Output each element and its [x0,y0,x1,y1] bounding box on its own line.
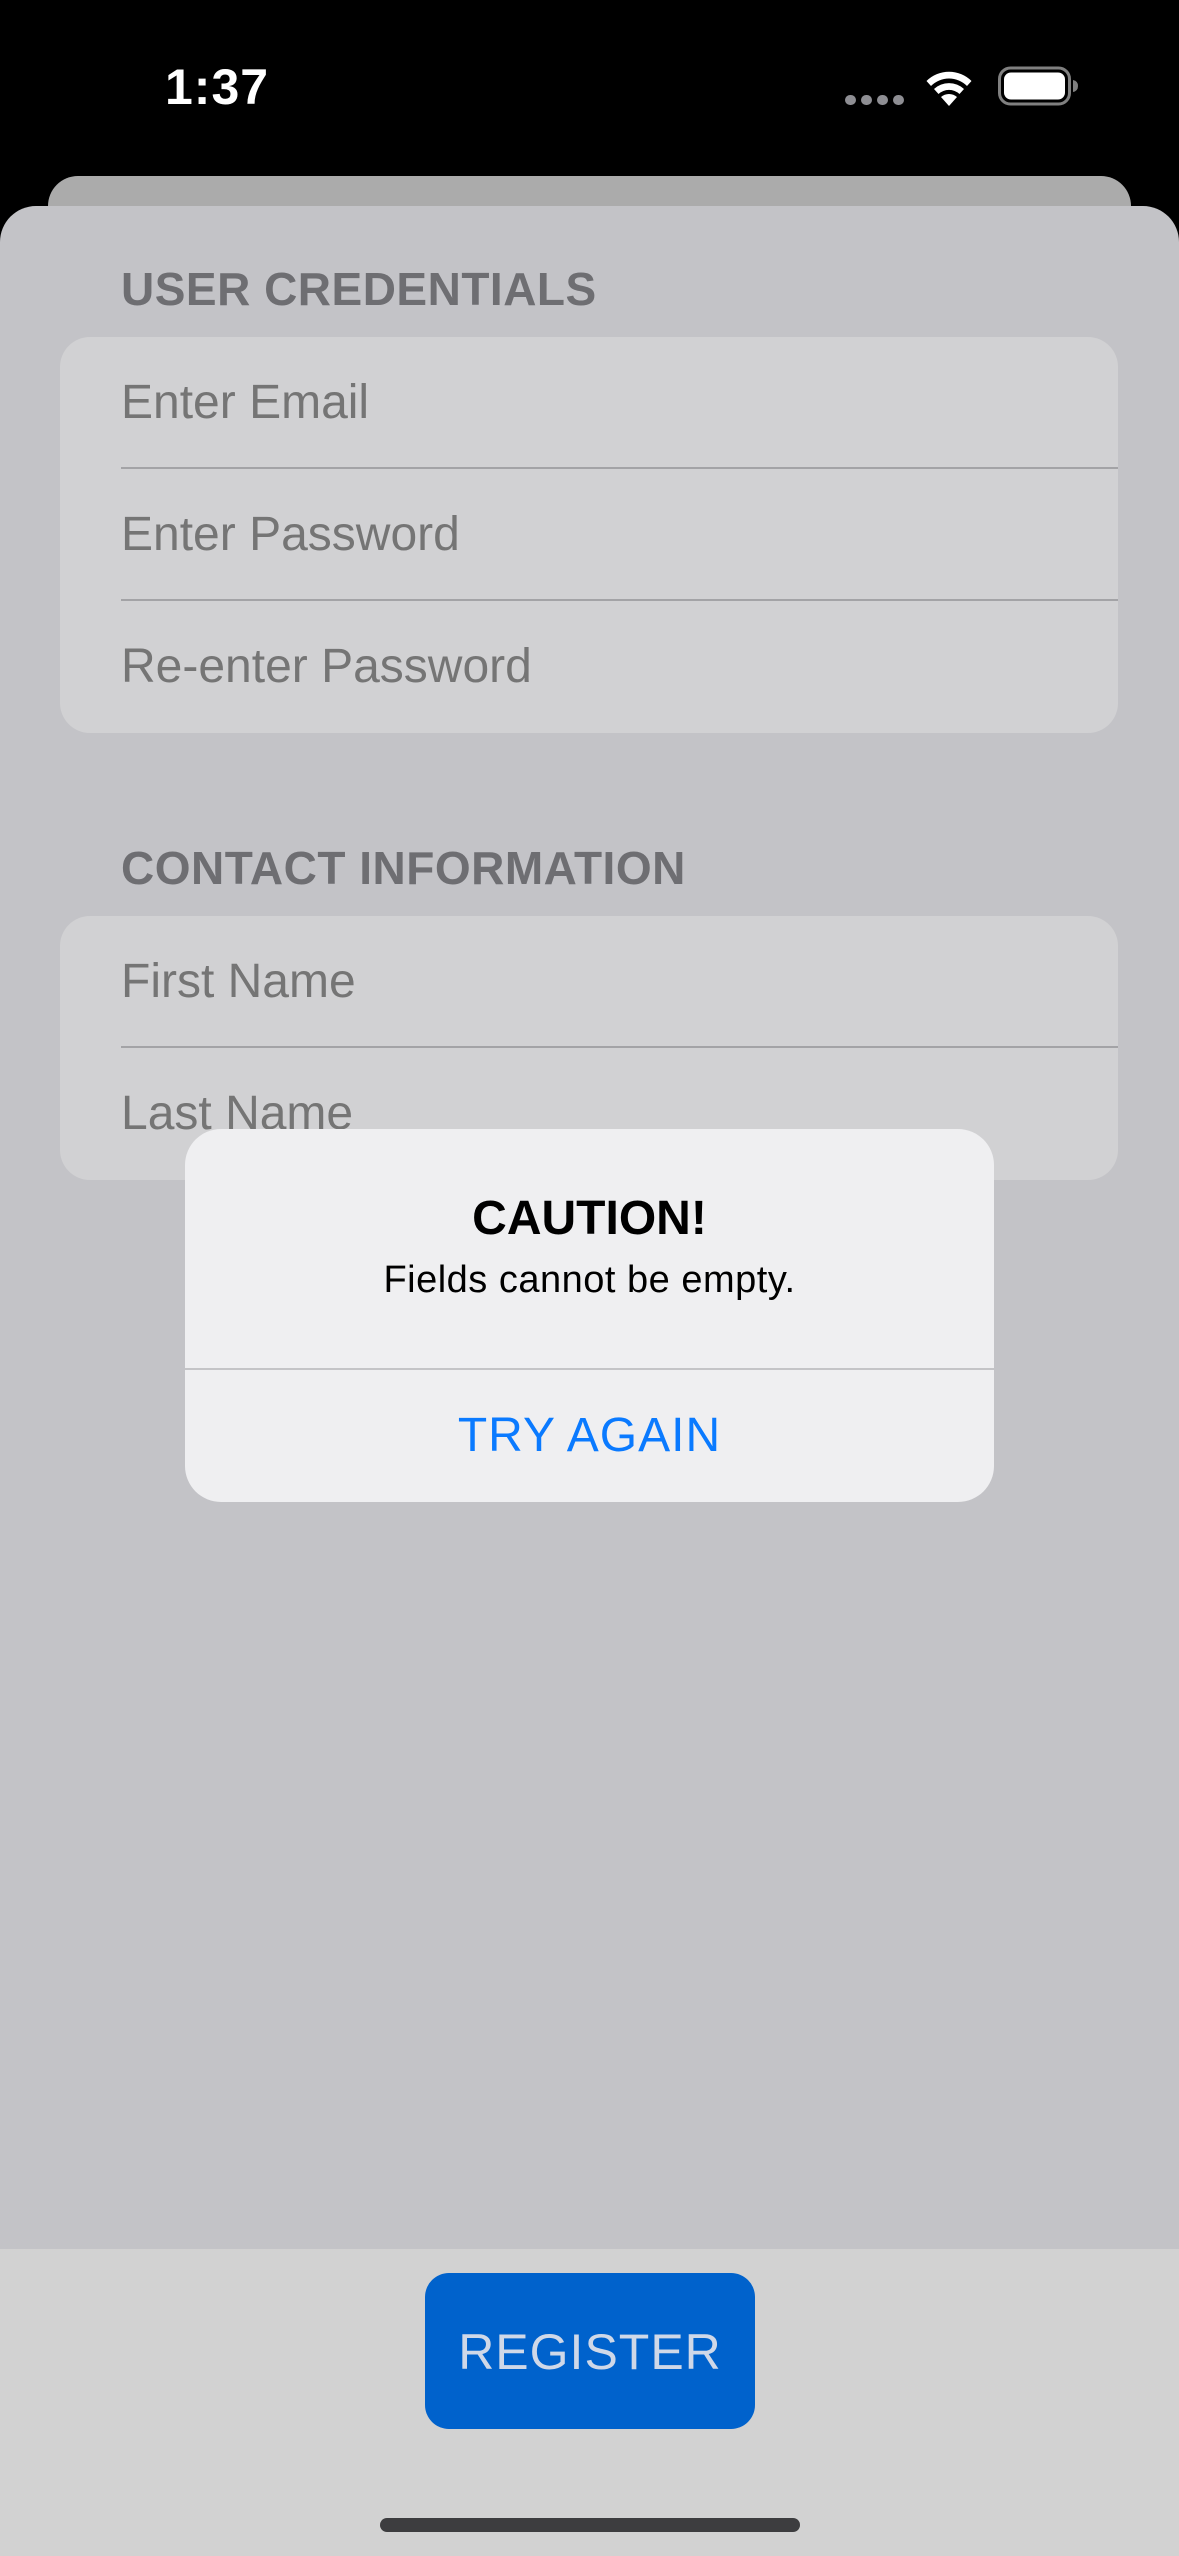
first-name-row [60,916,1118,1048]
email-field[interactable] [121,337,1081,469]
alert-title: CAUTION! [472,1192,707,1245]
contact-section-header: CONTACT INFORMATION [121,842,686,894]
first-name-field[interactable] [121,916,1081,1048]
home-indicator[interactable] [380,2518,800,2532]
battery-icon [998,66,1078,106]
register-button[interactable]: REGISTER [425,2273,755,2429]
signal-dots-icon [845,95,905,105]
password-row [60,469,1118,601]
alert-message: Fields cannot be empty. [383,1259,796,1301]
try-again-button[interactable]: TRY AGAIN [185,1370,994,1502]
wifi-icon [926,71,972,106]
caution-alert: CAUTION! Fields cannot be empty. TRY AGA… [185,1129,994,1502]
email-row [60,337,1118,469]
confirm-password-field[interactable] [121,601,1081,733]
credentials-field-group [60,337,1118,733]
status-time: 1:37 [165,59,270,115]
confirm-password-row [60,601,1118,733]
screen: 1:37 USER CREDENTIALS CON [0,0,1179,2556]
password-field[interactable] [121,469,1081,601]
credentials-section-header: USER CREDENTIALS [121,263,597,315]
